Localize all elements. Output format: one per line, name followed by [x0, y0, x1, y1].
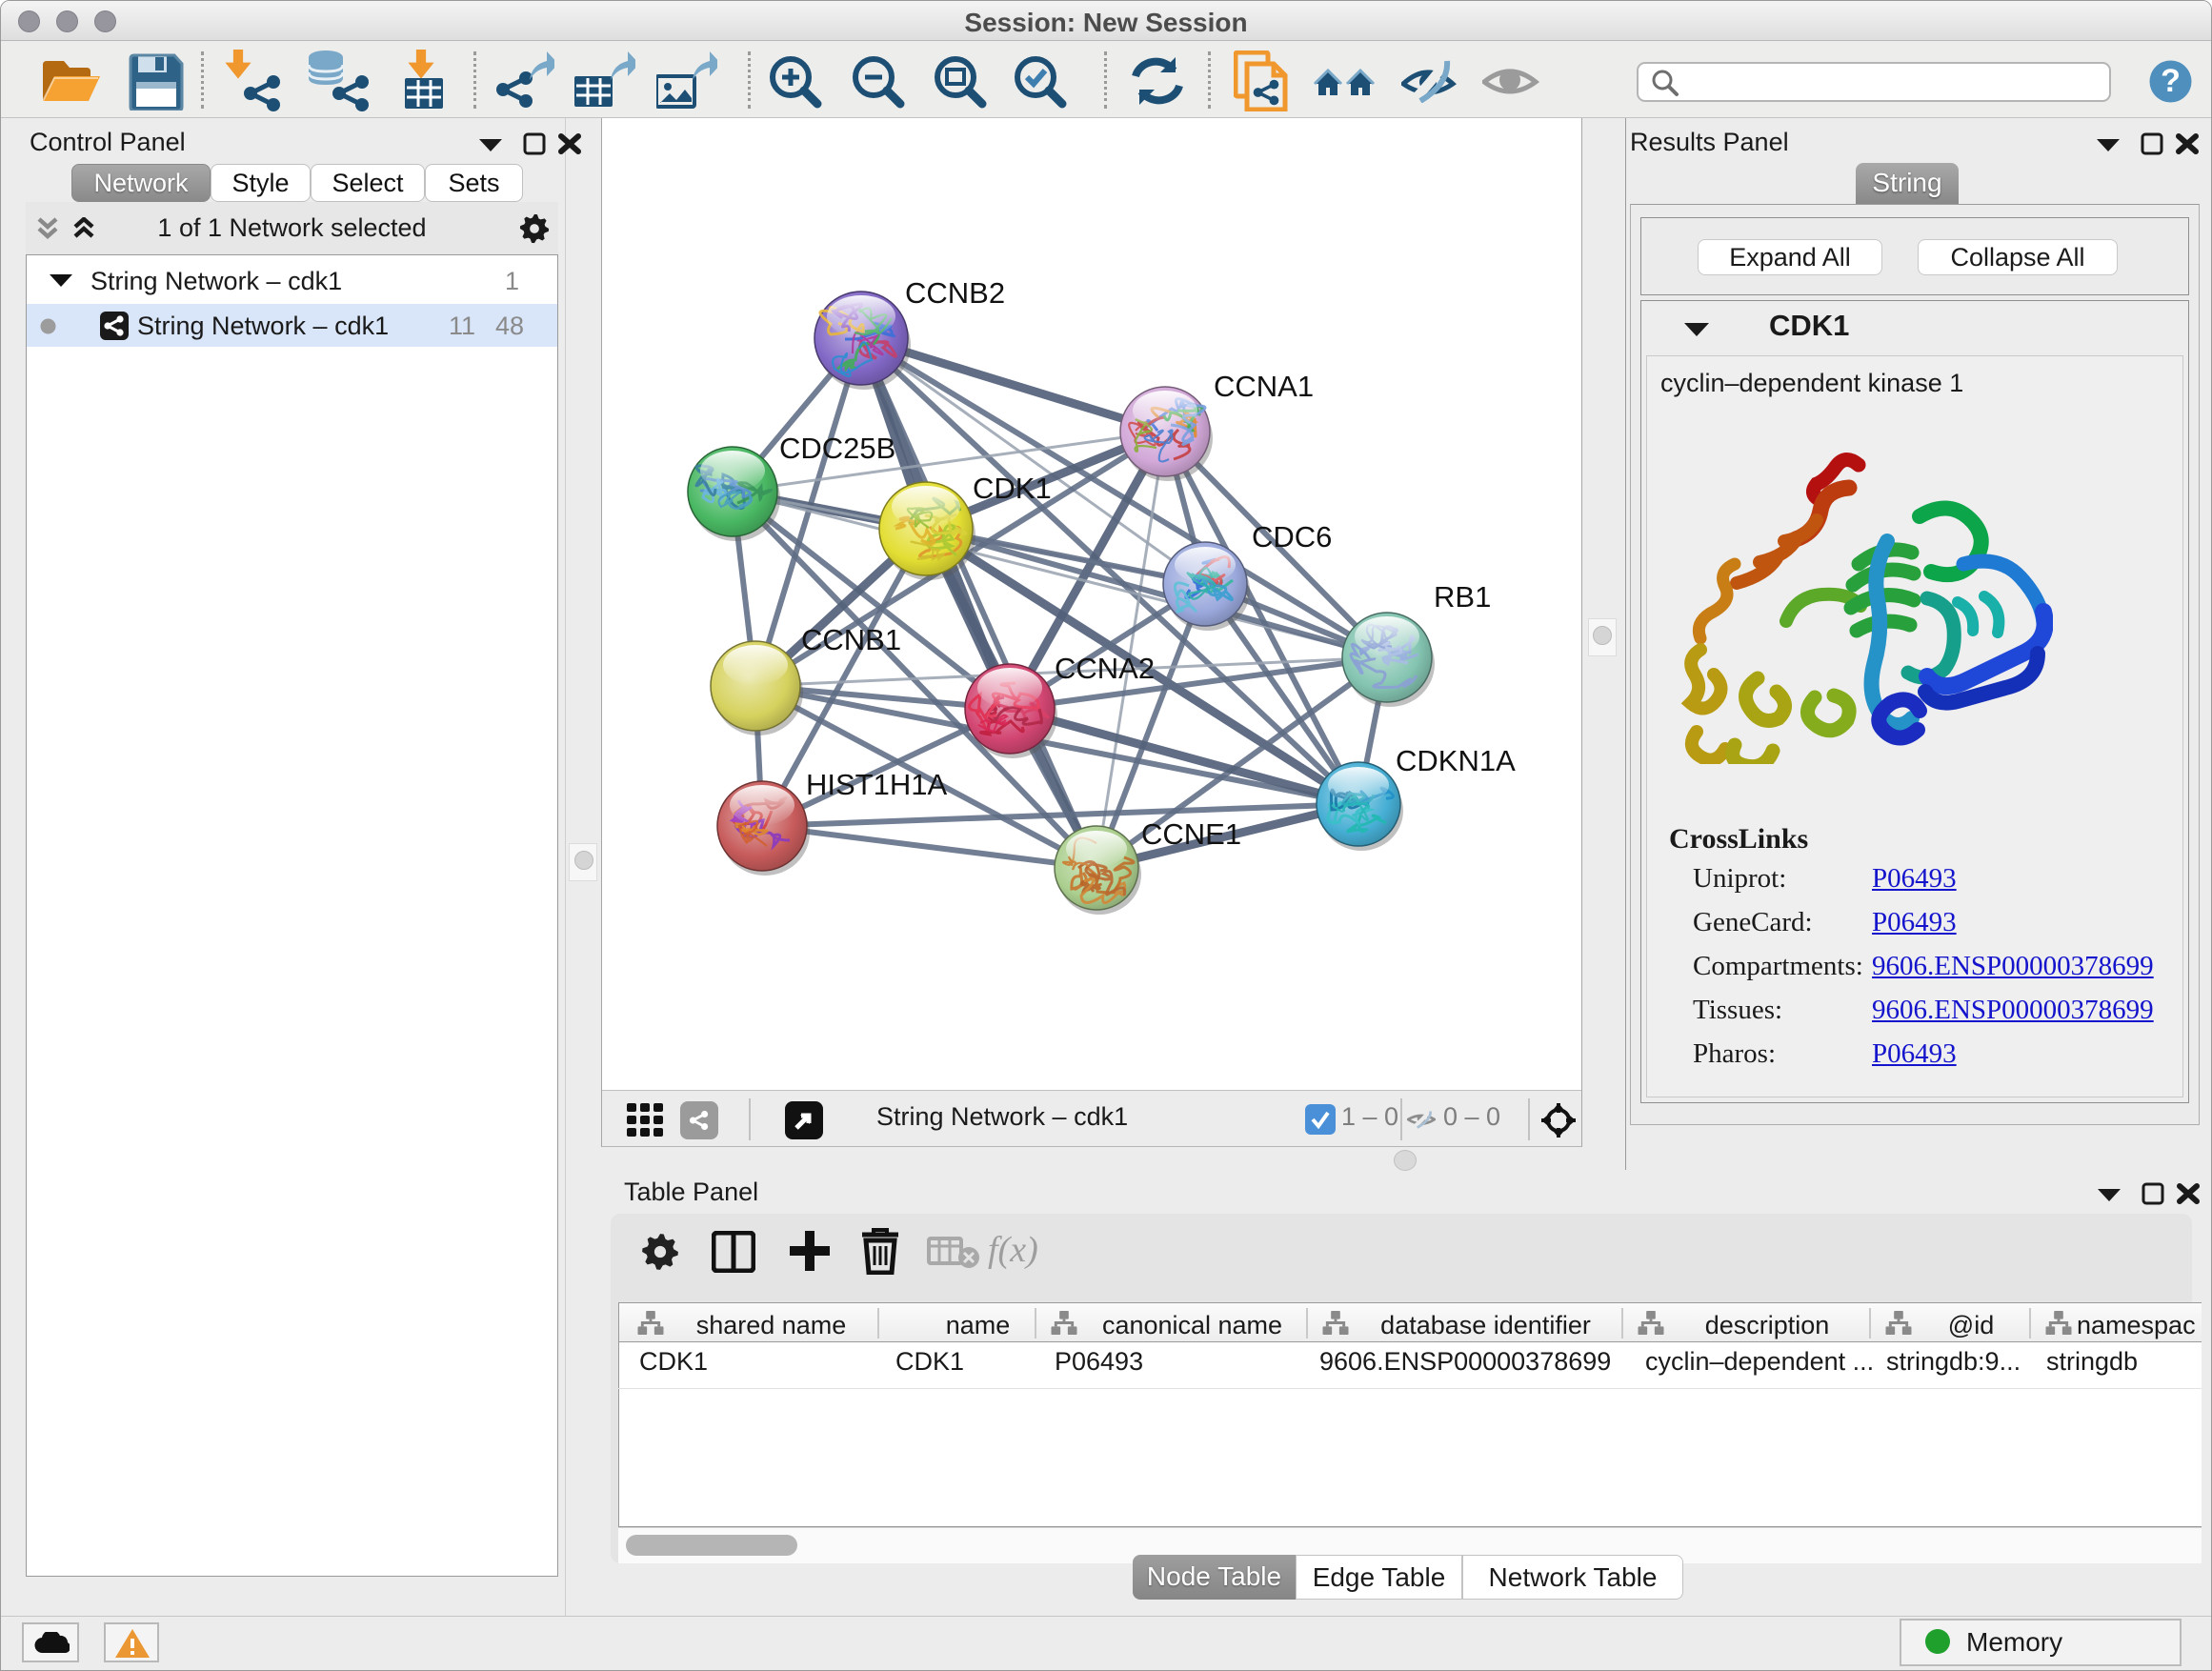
svg-text:CCNA1: CCNA1: [1214, 370, 1314, 403]
svg-text:?: ?: [2161, 63, 2181, 99]
svg-text:HIST1H1A: HIST1H1A: [806, 768, 947, 801]
svg-text:CDC25B: CDC25B: [779, 432, 895, 465]
svg-text:CCNA2: CCNA2: [1055, 652, 1155, 685]
svg-text:CCNB2: CCNB2: [905, 276, 1005, 310]
svg-text:RB1: RB1: [1434, 580, 1491, 614]
svg-text:CDC6: CDC6: [1252, 520, 1332, 554]
svg-text:CDKN1A: CDKN1A: [1396, 744, 1516, 777]
svg-text:CCNB1: CCNB1: [801, 623, 901, 656]
svg-text:CCNE1: CCNE1: [1141, 817, 1241, 851]
svg-text:CDK1: CDK1: [973, 472, 1052, 505]
